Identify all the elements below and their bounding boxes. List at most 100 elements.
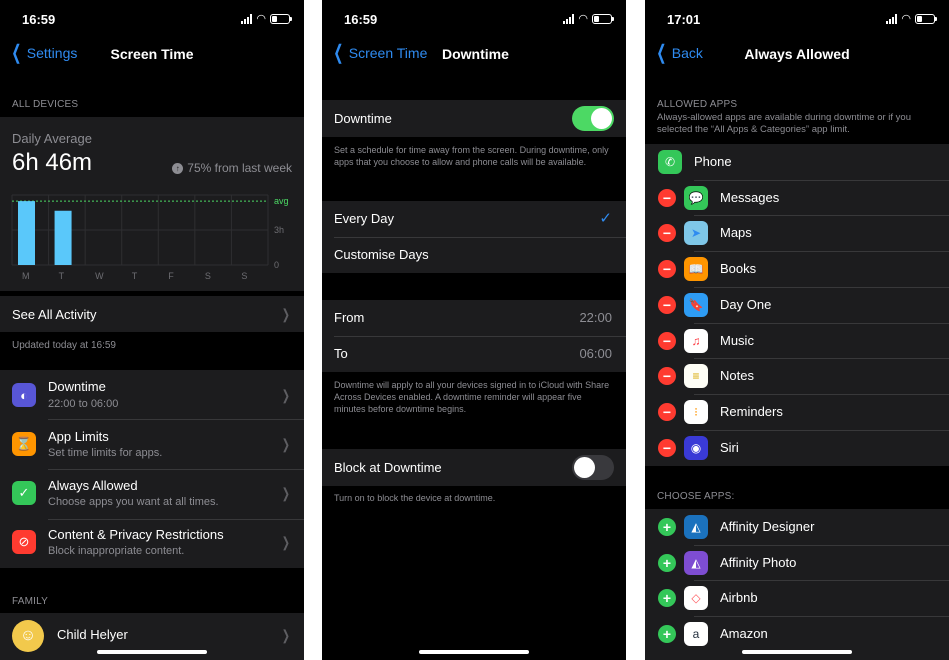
section-header-allowed-apps: ALLOWED APPS: [657, 99, 738, 110]
battery-icon: [915, 14, 937, 24]
menu-item-title: Always Allowed: [48, 478, 138, 493]
remove-icon[interactable]: −: [658, 188, 676, 207]
add-icon[interactable]: +: [658, 518, 676, 536]
wifi-icon: ◠: [256, 13, 266, 25]
x-tick-label: T: [59, 271, 65, 281]
battery-icon: [270, 14, 292, 24]
status-time: 16:59: [344, 12, 378, 27]
list-item: − 📖 Books: [645, 251, 949, 287]
to-value: 06:00: [579, 346, 612, 361]
add-icon[interactable]: +: [658, 553, 676, 572]
navigation-bar: ❮ Settings Screen Time: [0, 38, 304, 72]
menu-item-content-privacy[interactable]: ⊘ Content & Privacy Restrictions Block i…: [0, 520, 304, 568]
chevron-right-icon: ❯: [282, 627, 291, 643]
home-indicator[interactable]: [419, 650, 529, 654]
reminders-icon: ⁝: [684, 399, 708, 424]
add-icon[interactable]: +: [658, 589, 676, 608]
daily-average-label: Daily Average: [12, 131, 92, 146]
app-name: Maps: [720, 225, 752, 241]
list-item: − ◉ Siri: [645, 430, 949, 466]
app-name: Affinity Designer: [720, 519, 815, 534]
wifi-icon: ◠: [901, 13, 911, 25]
x-tick-label: M: [22, 271, 30, 281]
updated-text: Updated today at 16:59: [12, 340, 116, 351]
chevron-right-icon: ❯: [282, 534, 291, 550]
hourglass-icon: ⌛: [12, 432, 36, 456]
status-bar: 16:59 ◠: [322, 0, 626, 38]
affinity-designer-icon: ◭: [684, 515, 708, 539]
menu-item-always-allowed[interactable]: ✓ Always Allowed Choose apps you want at…: [0, 470, 304, 520]
x-tick-label: F: [168, 271, 174, 281]
siri-icon: ◉: [684, 435, 708, 460]
list-item: − ⁝ Reminders: [645, 394, 949, 430]
restriction-icon: ⊘: [12, 530, 36, 554]
block-at-downtime-toggle[interactable]: [572, 455, 614, 480]
menu-item-downtime[interactable]: ◐ Downtime 22:00 to 06:00 ❯: [0, 370, 304, 420]
usage-chart[interactable]: Daily Average 6h 46m ↑ 75% from last wee…: [0, 117, 304, 291]
downtime-toggle[interactable]: [572, 106, 614, 131]
home-indicator[interactable]: [97, 650, 207, 654]
see-all-activity-label: See All Activity: [12, 307, 97, 322]
from-row[interactable]: From 22:00: [322, 300, 626, 336]
option-every-day[interactable]: Every Day ✓: [322, 201, 626, 237]
x-tick-label: S: [205, 271, 211, 281]
x-tick-label: S: [241, 271, 247, 281]
app-name: Affinity Photo: [720, 554, 797, 570]
allowed-apps-list: ✆ Phone − 💬 Messages − ➤ Maps − 📖 Books − 🔖 Day One…: [645, 144, 949, 466]
section-header-choose-apps: CHOOSE APPS:: [657, 491, 735, 502]
to-row[interactable]: To 06:00: [322, 336, 626, 372]
list-item: − 💬 Messages: [645, 180, 949, 216]
chevron-right-icon: ❯: [282, 485, 291, 501]
navigation-bar: ❮ Screen Time Downtime: [322, 38, 626, 72]
menu-item-subtitle: Block inappropriate content.: [48, 545, 185, 557]
checkmark-icon: ✓: [12, 481, 36, 505]
status-bar: 17:01 ◠: [645, 0, 949, 38]
remove-icon[interactable]: −: [658, 367, 676, 386]
menu-item-title: Downtime: [48, 379, 106, 394]
usage-bar-chart: avg 3h 0 M T W T F S S: [11, 194, 289, 281]
remove-icon[interactable]: −: [658, 331, 676, 350]
block-at-downtime-row: Block at Downtime: [322, 449, 626, 486]
page-title: Downtime: [442, 46, 509, 62]
schedule-options: Every Day ✓ Customise Days: [322, 201, 626, 273]
menu-item-title: Content & Privacy Restrictions: [48, 527, 224, 542]
add-icon[interactable]: +: [658, 625, 676, 644]
see-all-activity-row[interactable]: See All Activity ❯: [0, 296, 304, 332]
list-item-phone: ✆ Phone: [645, 144, 949, 180]
trend-text: 75% from last week: [187, 161, 292, 175]
y-tick-label: 0: [274, 260, 279, 270]
checkmark-icon: ✓: [599, 210, 612, 227]
remove-icon[interactable]: −: [658, 438, 676, 457]
avatar: ☺: [12, 620, 44, 652]
remove-icon[interactable]: −: [658, 260, 676, 279]
music-icon: ♫: [684, 328, 708, 353]
books-icon: 📖: [684, 257, 708, 282]
app-name: Day One: [720, 296, 772, 312]
back-button[interactable]: ❮ Screen Time: [330, 42, 427, 64]
app-name: Notes: [720, 368, 754, 384]
status-time: 16:59: [22, 12, 56, 27]
menu-item-app-limits[interactable]: ⌛ App Limits Set time limits for apps. ❯: [0, 420, 304, 470]
wifi-icon: ◠: [578, 13, 588, 25]
app-name: Music: [720, 332, 754, 348]
app-name: Phone: [694, 154, 732, 169]
home-indicator[interactable]: [742, 650, 852, 654]
screen-time-menu: ◐ Downtime 22:00 to 06:00 ❯ ⌛ App Limits…: [0, 370, 304, 568]
chevron-right-icon: ❯: [282, 306, 291, 322]
remove-icon[interactable]: −: [658, 402, 676, 421]
list-item: + ◭ Affinity Designer: [645, 509, 949, 545]
remove-icon[interactable]: −: [658, 295, 676, 314]
arrow-up-circle-icon: ↑: [172, 162, 184, 174]
devices-note: Downtime will apply to all your devices …: [334, 380, 610, 414]
chevron-left-icon: ❮: [333, 42, 344, 64]
page-title: Always Allowed: [744, 46, 850, 62]
cellular-signal-icon: [241, 14, 253, 24]
remove-icon[interactable]: −: [658, 224, 676, 243]
option-label: Customise Days: [334, 247, 429, 262]
menu-item-subtitle: 22:00 to 06:00: [48, 398, 119, 410]
option-label: Every Day: [334, 211, 394, 226]
option-customise-days[interactable]: Customise Days: [322, 237, 626, 273]
affinity-photo-icon: ◭: [684, 550, 708, 575]
notes-icon: ≡: [684, 364, 708, 389]
family-member-name: Child Helyer: [57, 627, 128, 642]
